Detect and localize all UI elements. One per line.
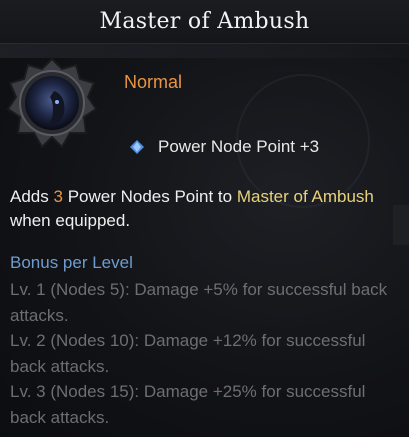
tooltip-title: Master of Ambush: [99, 9, 310, 34]
engraving-icon: [6, 57, 98, 149]
desc-target: Master of Ambush: [236, 187, 374, 206]
engraving-tooltip: Master of Ambush Normal Power Node Point…: [0, 0, 409, 437]
desc-amount: 3: [53, 187, 63, 206]
node-bonus-text: Power Node Point +3: [158, 137, 320, 156]
bonus-level-1: Lv. 1 (Nodes 5): Damage +5% for successf…: [10, 280, 388, 325]
bonus-level-3: Lv. 3 (Nodes 15): Damage +25% for succes…: [10, 382, 366, 427]
tooltip-header: Master of Ambush: [0, 0, 409, 44]
header-shadow: [0, 44, 409, 58]
edge-decoration: [393, 205, 409, 245]
engraving-description: Adds 3 Power Nodes Point to Master of Am…: [10, 185, 395, 233]
desc-middle: Power Nodes Point to: [67, 187, 233, 206]
node-bonus-row: Power Node Point +3: [130, 137, 319, 157]
bonus-level-list: Lv. 1 (Nodes 5): Damage +5% for successf…: [10, 277, 395, 430]
bonus-header: Bonus per Level: [10, 253, 133, 272]
moon-hood-engraving-icon: [6, 57, 98, 149]
desc-suffix: when equipped.: [10, 211, 131, 230]
bonus-level-2: Lv. 2 (Nodes 10): Damage +12% for succes…: [10, 331, 366, 376]
grade-label: Normal: [124, 72, 183, 92]
blue-diamond-icon: [130, 140, 144, 154]
desc-prefix: Adds: [10, 187, 49, 206]
